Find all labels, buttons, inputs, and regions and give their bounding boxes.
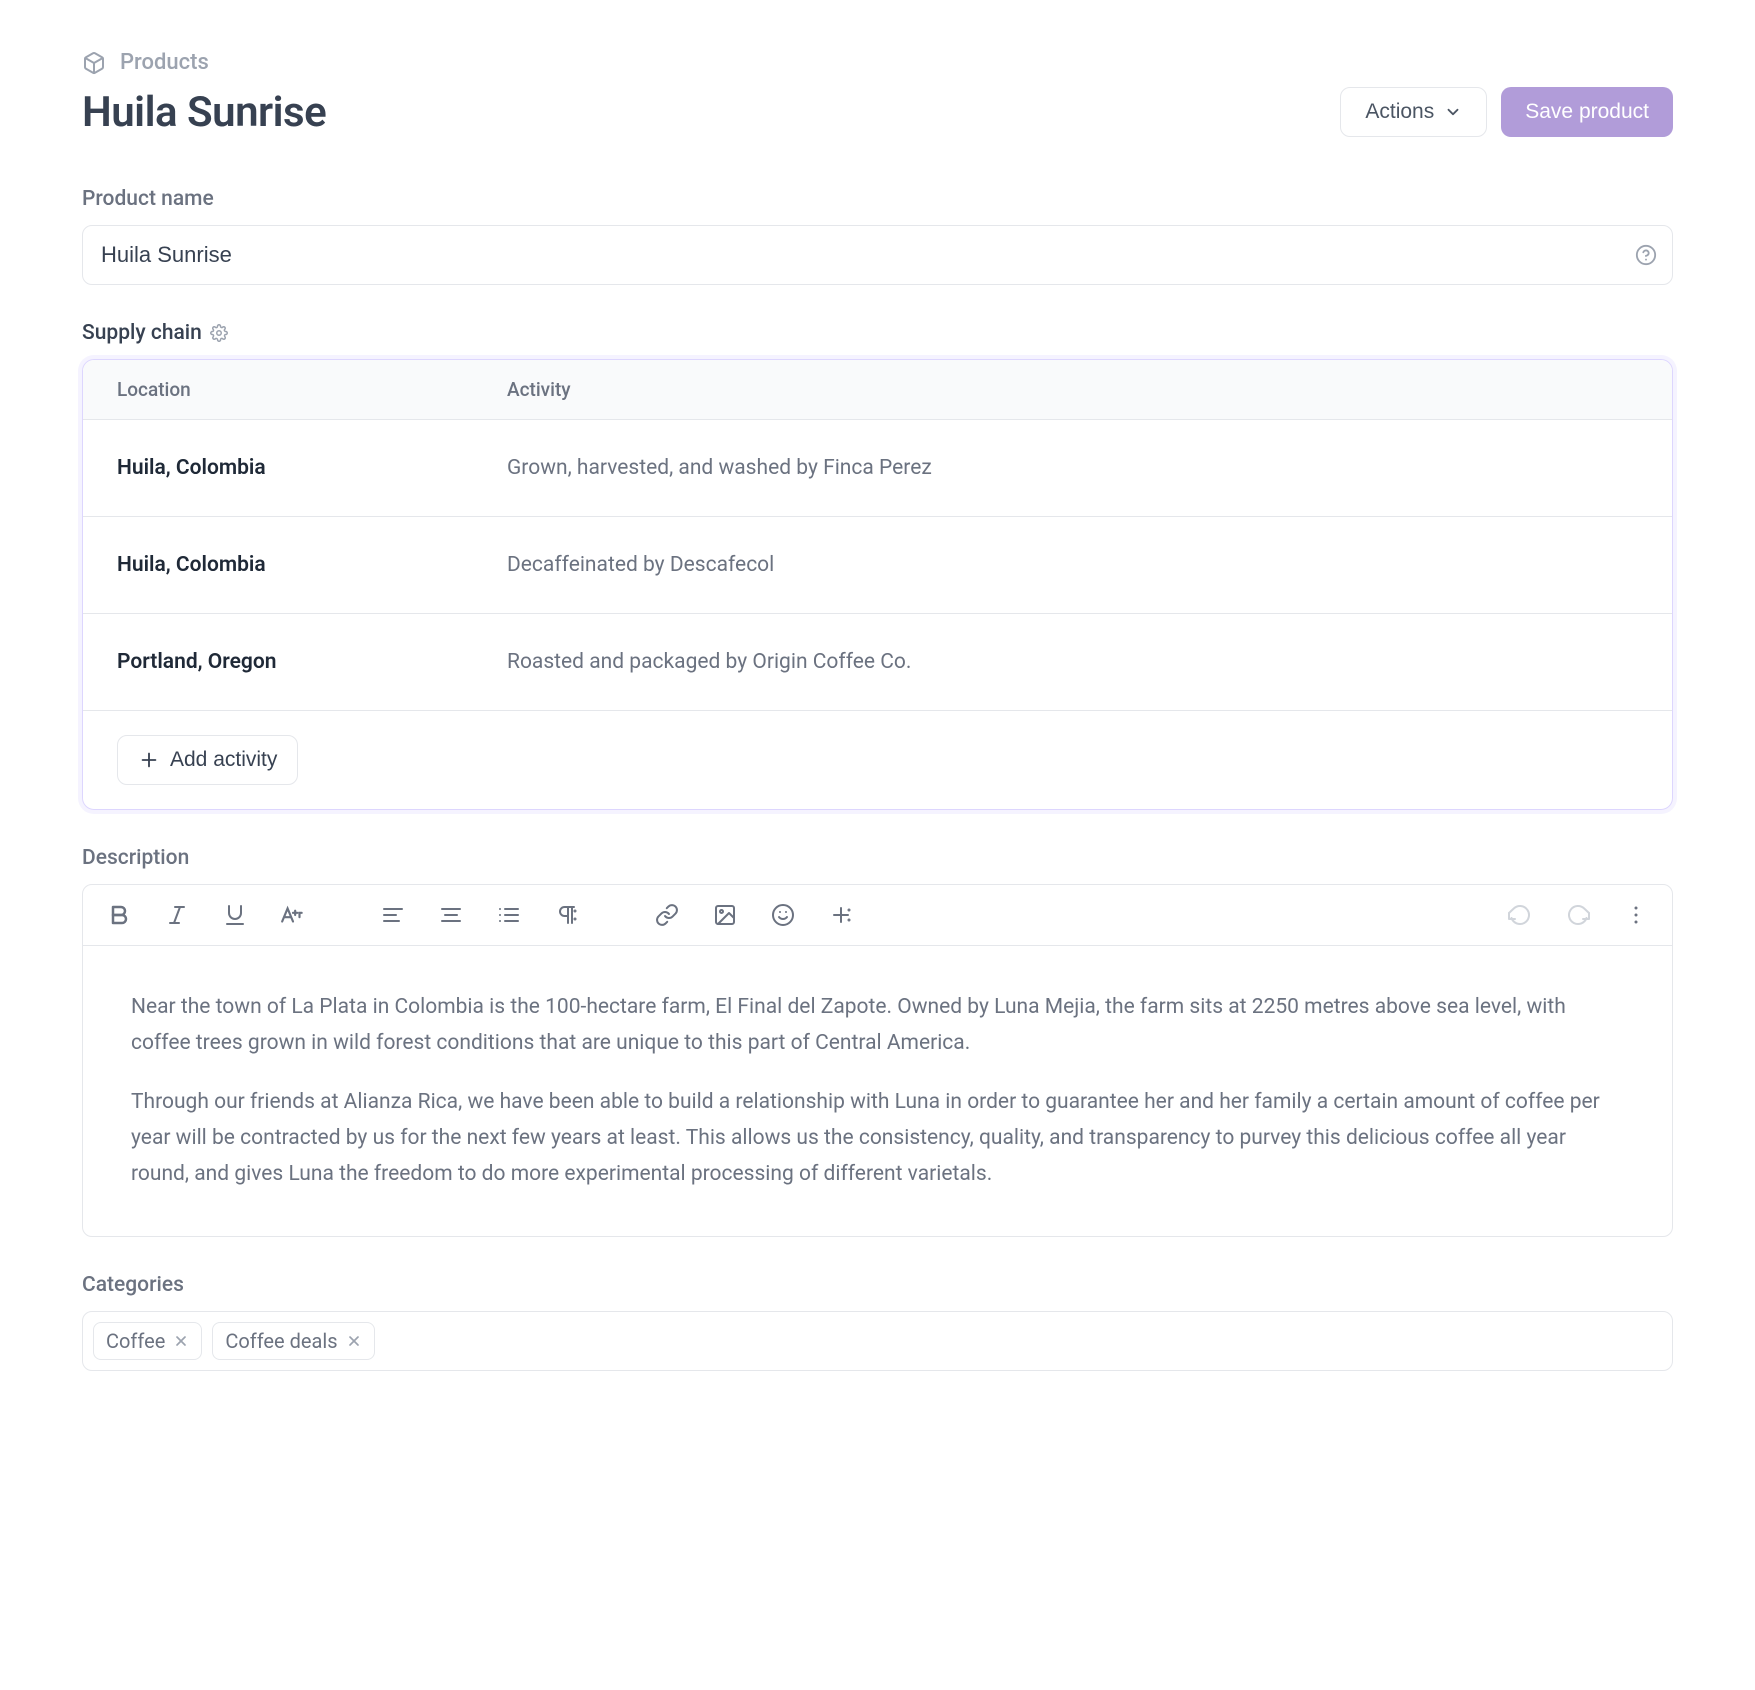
description-label: Description (82, 846, 1673, 870)
font-size-icon[interactable] (279, 901, 307, 929)
actions-button[interactable]: Actions (1340, 87, 1487, 137)
rich-editor: Near the town of La Plata in Colombia is… (82, 884, 1673, 1237)
table-row[interactable]: Portland, Oregon Roasted and packaged by… (83, 614, 1672, 711)
cell-activity: Roasted and packaged by Origin Coffee Co… (507, 650, 1638, 674)
editor-content[interactable]: Near the town of La Plata in Colombia is… (83, 946, 1672, 1236)
undo-icon[interactable] (1506, 901, 1534, 929)
th-activity: Activity (507, 378, 1638, 401)
emoji-icon[interactable] (769, 901, 797, 929)
actions-label: Actions (1365, 100, 1434, 124)
align-center-icon[interactable] (437, 901, 465, 929)
header-actions: Actions Save product (1340, 87, 1673, 137)
cell-activity: Grown, harvested, and washed by Finca Pe… (507, 456, 1638, 480)
package-icon (82, 51, 106, 75)
close-icon[interactable] (346, 1333, 362, 1349)
breadcrumb: Products (82, 50, 1673, 75)
breadcrumb-label[interactable]: Products (120, 50, 209, 75)
cell-location: Huila, Colombia (117, 456, 507, 480)
add-activity-button[interactable]: Add activity (117, 735, 298, 785)
chevron-down-icon (1444, 103, 1462, 121)
product-name-label: Product name (82, 187, 1673, 211)
close-icon[interactable] (173, 1333, 189, 1349)
more-icon[interactable] (1622, 901, 1650, 929)
description-section: Description (82, 846, 1673, 1237)
supply-chain-section: Supply chain Location Activity Huila, Co… (82, 321, 1673, 810)
product-name-input[interactable] (82, 225, 1673, 285)
page-header: Huila Sunrise Actions Save product (82, 87, 1673, 137)
cell-location: Portland, Oregon (117, 650, 507, 674)
product-name-wrapper (82, 225, 1673, 285)
plus-icon (138, 749, 160, 771)
th-location: Location (117, 378, 507, 401)
editor-toolbar (83, 885, 1672, 946)
align-left-icon[interactable] (379, 901, 407, 929)
save-product-button[interactable]: Save product (1501, 87, 1673, 137)
italic-icon[interactable] (163, 901, 191, 929)
categories-input[interactable]: Coffee Coffee deals (82, 1311, 1673, 1371)
link-icon[interactable] (653, 901, 681, 929)
categories-section: Categories Coffee Coffee deals (82, 1273, 1673, 1371)
supply-chain-label: Supply chain (82, 321, 1673, 345)
table-row[interactable]: Huila, Colombia Decaffeinated by Descafe… (83, 517, 1672, 614)
gear-icon[interactable] (210, 324, 228, 342)
bold-icon[interactable] (105, 901, 133, 929)
table-row[interactable]: Huila, Colombia Grown, harvested, and wa… (83, 420, 1672, 517)
cell-location: Huila, Colombia (117, 553, 507, 577)
help-icon[interactable] (1635, 244, 1657, 266)
image-icon[interactable] (711, 901, 739, 929)
paragraph-icon[interactable] (553, 901, 581, 929)
supply-chain-table: Location Activity Huila, Colombia Grown,… (82, 359, 1673, 810)
description-paragraph: Near the town of La Plata in Colombia is… (131, 990, 1624, 1061)
add-more-icon[interactable] (827, 901, 855, 929)
list-icon[interactable] (495, 901, 523, 929)
categories-label: Categories (82, 1273, 1673, 1297)
category-tag: Coffee deals (212, 1322, 374, 1360)
description-paragraph: Through our friends at Alianza Rica, we … (131, 1085, 1624, 1192)
add-activity-label: Add activity (170, 748, 277, 772)
cell-activity: Decaffeinated by Descafecol (507, 553, 1638, 577)
category-tag: Coffee (93, 1322, 202, 1360)
redo-icon[interactable] (1564, 901, 1592, 929)
table-header: Location Activity (83, 360, 1672, 420)
underline-icon[interactable] (221, 901, 249, 929)
page-title: Huila Sunrise (82, 88, 326, 137)
table-footer: Add activity (83, 711, 1672, 809)
